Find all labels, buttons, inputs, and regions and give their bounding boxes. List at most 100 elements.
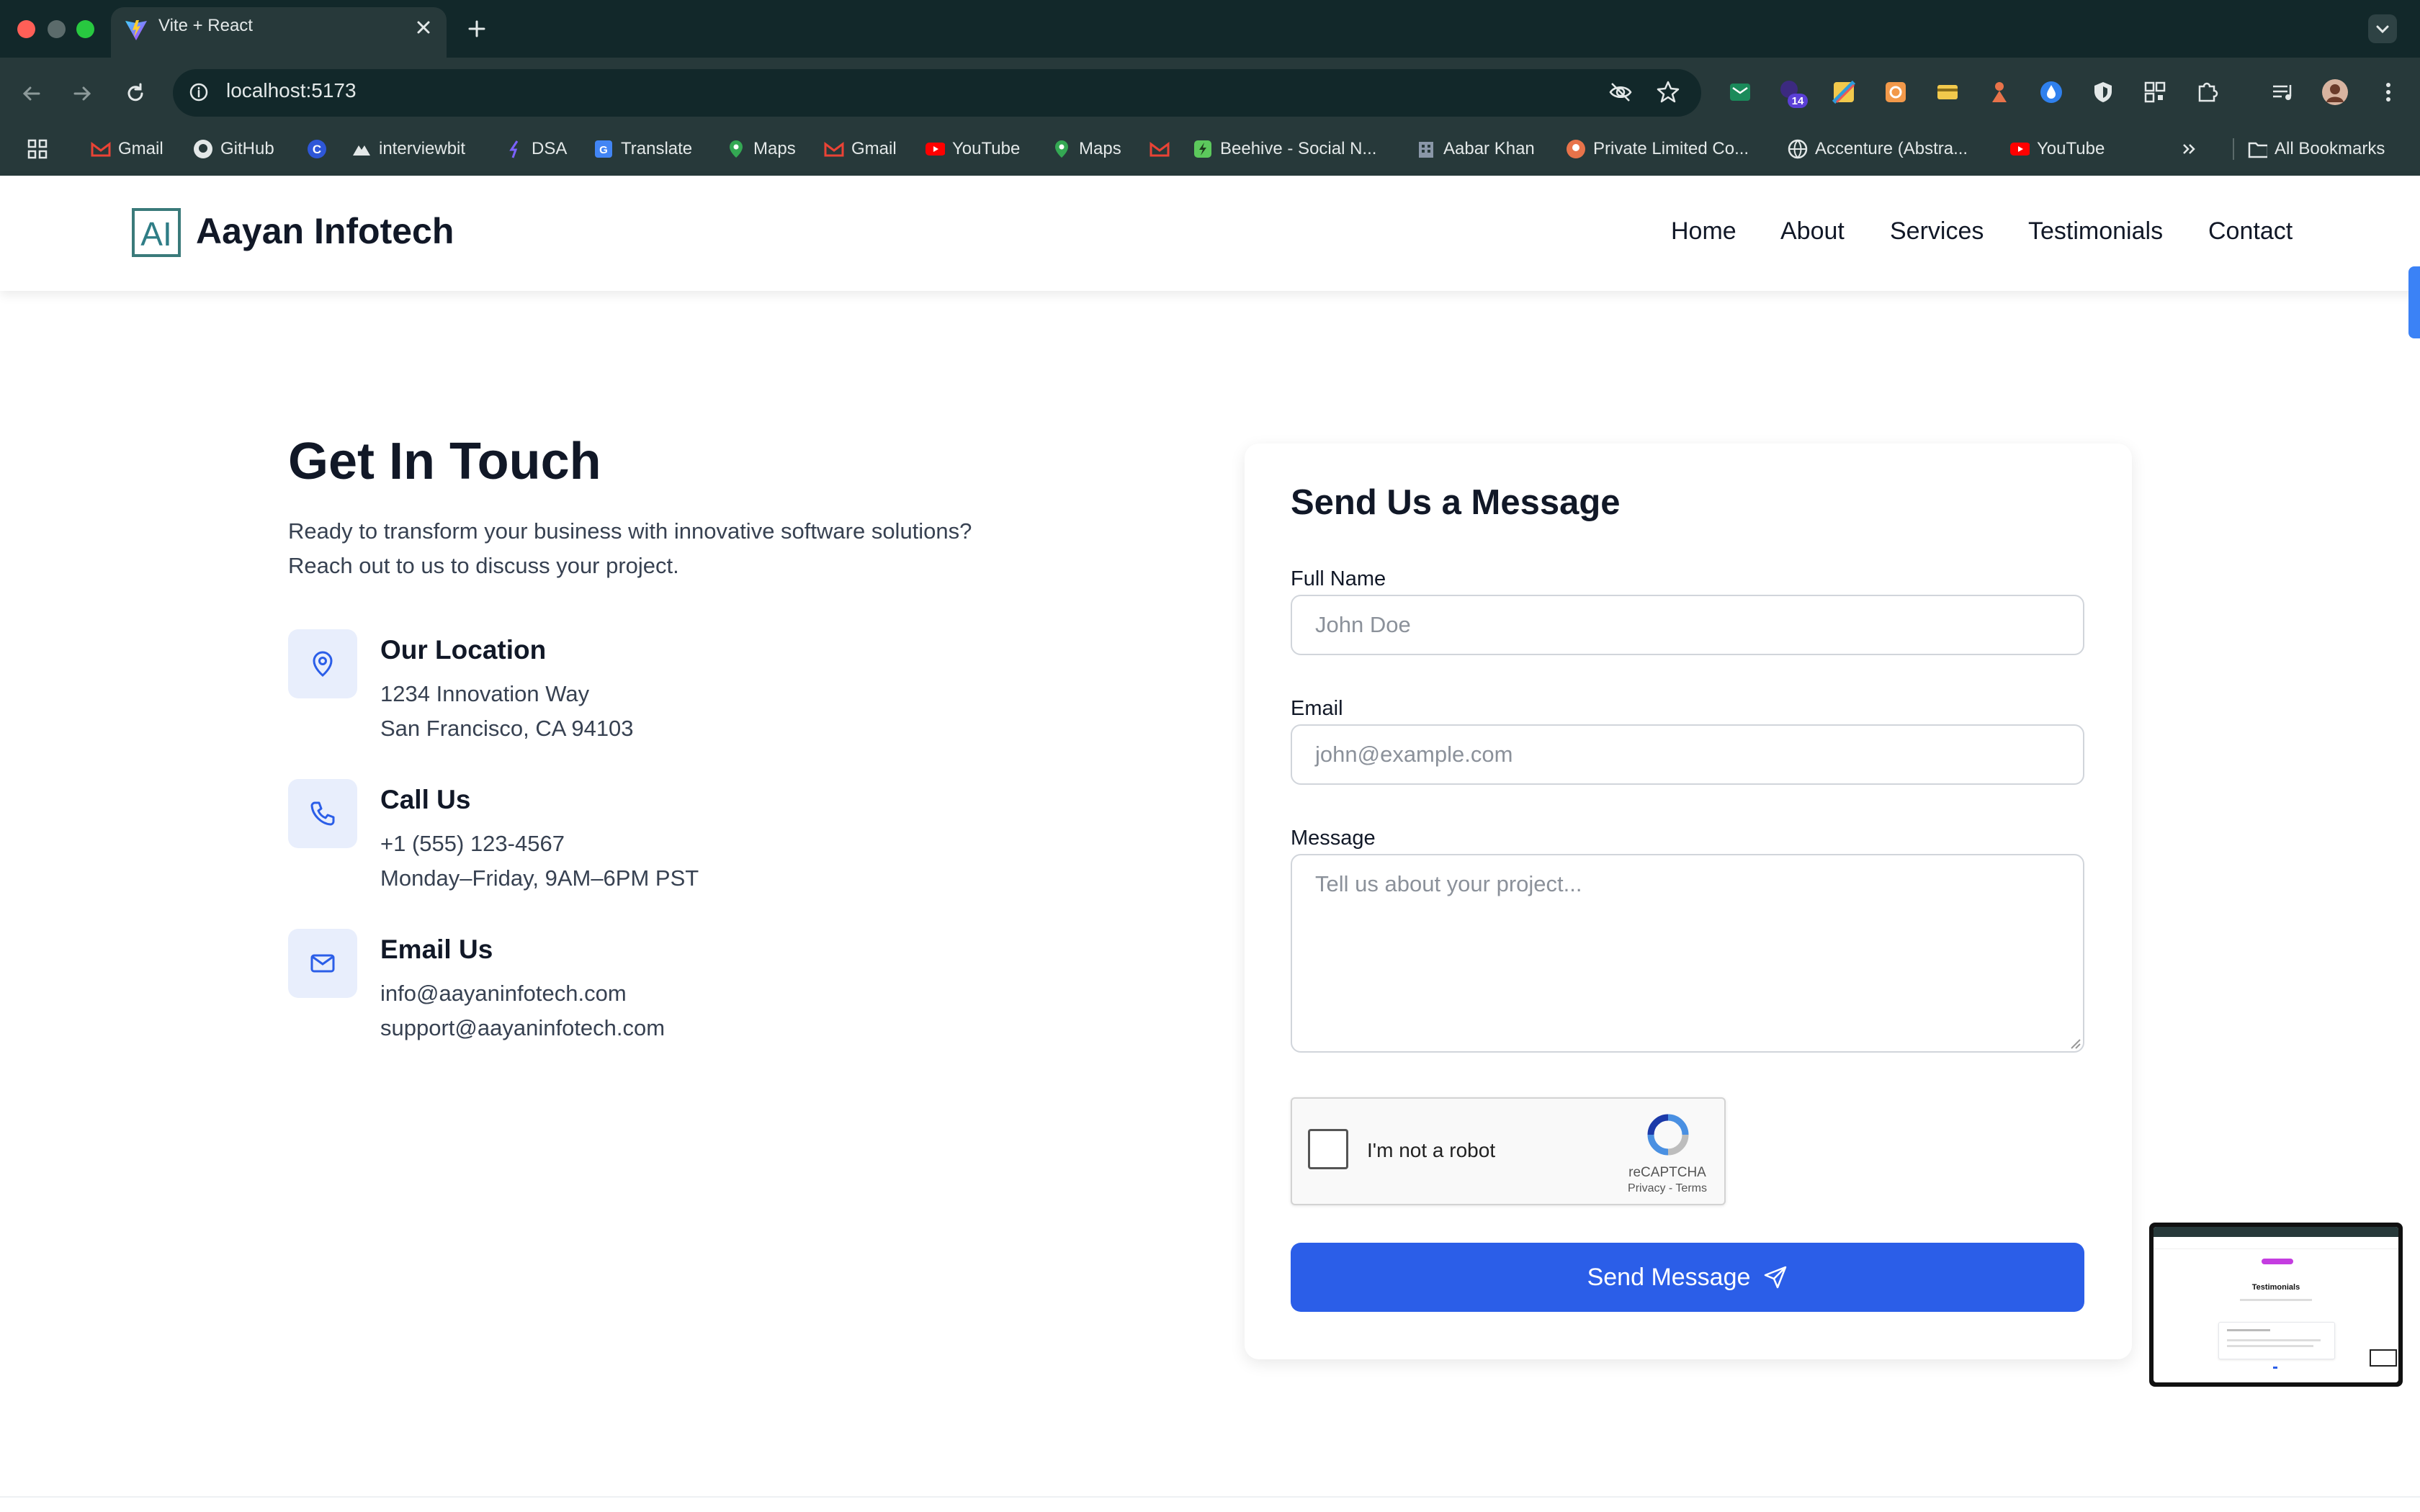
- email-line-2: support@aayaninfotech.com: [380, 1015, 666, 1040]
- extension-figure-icon[interactable]: [1985, 78, 2014, 107]
- tab-search-button[interactable]: [2368, 14, 2397, 43]
- bookmark-gmail-2[interactable]: Gmail: [824, 137, 897, 161]
- new-tab-icon[interactable]: [464, 16, 490, 42]
- message-placeholder: Tell us about your project...: [1315, 871, 1582, 896]
- maximize-window-button[interactable]: [76, 20, 94, 38]
- extension-drop-icon[interactable]: [2037, 78, 2066, 107]
- nav-contact[interactable]: Contact: [2208, 217, 2293, 246]
- form-title: Send Us a Message: [1291, 483, 1621, 522]
- nav-testimonials[interactable]: Testimonials: [2028, 217, 2163, 246]
- extension-color-icon[interactable]: [1829, 78, 1858, 107]
- gmail-icon: [91, 139, 111, 159]
- brand-name[interactable]: Aayan Infotech: [196, 210, 454, 252]
- close-window-button[interactable]: [17, 20, 35, 38]
- location-line-1: 1234 Innovation Way: [380, 681, 590, 706]
- location-line-2: San Francisco, CA 94103: [380, 716, 634, 741]
- scroll-indicator[interactable]: [2408, 266, 2420, 338]
- bookmark-gmail[interactable]: Gmail: [91, 137, 163, 161]
- youtube-icon: [925, 139, 945, 159]
- phone-icon: [310, 801, 335, 826]
- eye-off-icon[interactable]: [1606, 78, 1635, 107]
- email-placeholder: john@example.com: [1315, 742, 1513, 767]
- globe-icon: [1788, 139, 1808, 159]
- extension-card-icon[interactable]: [1933, 78, 1962, 107]
- email-title: Email Us: [380, 935, 493, 964]
- map-pin-icon: [313, 651, 333, 677]
- bookmark-beehive[interactable]: Beehive - Social N...: [1193, 137, 1376, 161]
- beehive-icon: [1193, 139, 1213, 159]
- email-label: Email: [1291, 697, 1343, 720]
- section-divider: [0, 1496, 2420, 1498]
- email-icon-box: [288, 929, 357, 998]
- more-bookmarks-chevron-icon[interactable]: [2179, 137, 2200, 161]
- address-bar[interactable]: [173, 69, 1701, 117]
- recaptcha-privacy-terms[interactable]: Privacy - Terms: [1606, 1182, 1729, 1195]
- media-controls-icon[interactable]: [2269, 78, 2298, 107]
- section-intro: Ready to transform your business with in…: [288, 518, 972, 578]
- vite-favicon-icon: [124, 17, 148, 42]
- recaptcha-logo-icon: [1645, 1112, 1691, 1158]
- close-tab-icon[interactable]: [412, 16, 435, 39]
- full-name-label: Full Name: [1291, 567, 1386, 590]
- svg-text:C: C: [313, 143, 321, 156]
- bookmark-aabar-khan[interactable]: Aabar Khan: [1416, 137, 1535, 161]
- extension-shield-icon[interactable]: [2089, 78, 2118, 107]
- preview-thumbnail-screen: Testimonials: [2154, 1227, 2398, 1382]
- bookmark-youtube[interactable]: YouTube: [925, 137, 1020, 161]
- c-logo-icon: C: [307, 139, 327, 159]
- url-text[interactable]: localhost:5173: [226, 79, 357, 102]
- send-message-label: Send Message: [1587, 1263, 1751, 1291]
- reload-icon[interactable]: [121, 79, 150, 108]
- message-label: Message: [1291, 827, 1376, 850]
- bookmark-youtube-2[interactable]: YouTube: [2009, 137, 2105, 161]
- site-info-icon[interactable]: [184, 78, 213, 107]
- bookmark-translate[interactable]: G Translate: [593, 137, 692, 161]
- bookmark-interviewbit[interactable]: interviewbit: [351, 137, 465, 161]
- building-icon: [1416, 139, 1436, 159]
- nav-home[interactable]: Home: [1671, 217, 1736, 246]
- bookmark-private-limited[interactable]: Private Limited Co...: [1566, 137, 1749, 161]
- call-title: Call Us: [380, 785, 471, 814]
- company-logo-icon: [1566, 139, 1586, 159]
- extension-orange-icon[interactable]: [1881, 78, 1910, 107]
- nav-services[interactable]: Services: [1890, 217, 1984, 246]
- translate-icon: G: [593, 139, 614, 159]
- nav-about[interactable]: About: [1780, 217, 1845, 246]
- recaptcha-brand: reCAPTCHA: [1628, 1165, 1706, 1180]
- recaptcha-checkbox[interactable]: [1308, 1129, 1348, 1169]
- bookmark-gmail-3[interactable]: [1150, 137, 1170, 161]
- all-bookmarks-button[interactable]: All Bookmarks: [2247, 137, 2385, 161]
- bookmark-maps[interactable]: Maps: [726, 137, 796, 161]
- forward-arrow-icon[interactable]: [68, 79, 97, 108]
- back-arrow-icon[interactable]: [17, 79, 46, 108]
- extensions-puzzle-icon[interactable]: [2192, 78, 2221, 107]
- dsa-icon: [504, 139, 524, 159]
- bookmark-accenture[interactable]: Accenture (Abstra...: [1788, 137, 1968, 161]
- extension-mail-icon[interactable]: [1726, 78, 1754, 107]
- apps-grid-icon[interactable]: [26, 137, 49, 161]
- extension-badge-count: 14: [1792, 95, 1804, 107]
- bookmark-github[interactable]: GitHub: [193, 137, 274, 161]
- extension-badge-icon[interactable]: 14: [1778, 78, 1808, 108]
- bookmark-codechef[interactable]: C: [307, 137, 327, 161]
- tab-title: Vite + React: [158, 16, 253, 35]
- svg-text:AI: AI: [140, 215, 171, 253]
- send-message-button[interactable]: Send Message: [1291, 1243, 2084, 1312]
- profile-avatar[interactable]: [2321, 78, 2349, 107]
- mail-icon: [310, 954, 335, 973]
- qr-code-icon[interactable]: [2141, 78, 2169, 107]
- recaptcha-label: I'm not a robot: [1367, 1139, 1496, 1161]
- interviewbit-icon: [351, 139, 372, 159]
- more-menu-icon[interactable]: [2374, 78, 2403, 107]
- minimize-window-button[interactable]: [48, 20, 66, 38]
- folder-icon: [2247, 139, 2267, 159]
- resize-handle-icon[interactable]: [2067, 1035, 2081, 1050]
- gmail-icon: [824, 139, 844, 159]
- bookmark-separator: [2233, 137, 2234, 161]
- bookmark-star-icon[interactable]: [1654, 78, 1682, 107]
- bookmark-maps-2[interactable]: Maps: [1052, 137, 1121, 161]
- bookmark-dsa[interactable]: DSA: [504, 137, 567, 161]
- gmail-icon: [1150, 139, 1170, 159]
- phone-icon-box: [288, 779, 357, 848]
- logo-mark[interactable]: AI: [131, 207, 182, 258]
